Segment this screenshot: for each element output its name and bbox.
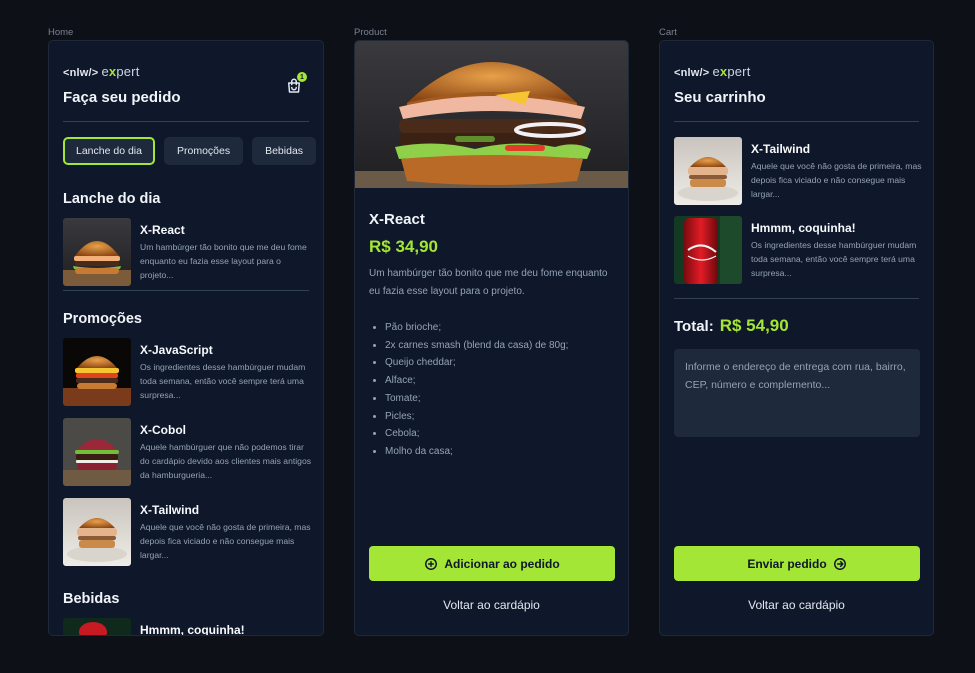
- item-description: Os ingredientes desse hambúrguer mudam t…: [140, 362, 306, 400]
- item-description: Aquele que você não gosta de primeira, m…: [751, 161, 922, 199]
- item-description: Aquele hambúrguer que não podemos tirar …: [140, 442, 312, 480]
- product-screen: X-React R$ 34,90 Um hambúrger tão bonito…: [354, 40, 629, 636]
- menu-item-coquinha[interactable]: Hmmm, coquinha!: [63, 618, 313, 636]
- product-description: Um hambúrger tão bonito que me deu fome …: [369, 268, 608, 297]
- tab-bebidas[interactable]: Bebidas: [252, 137, 317, 165]
- menu-item-x-tailwind[interactable]: X-Tailwind Aquele que você não gosta de …: [63, 498, 313, 566]
- header-divider: [674, 121, 919, 122]
- item-name: X-Tailwind: [751, 142, 811, 156]
- product-hero-image: [355, 41, 628, 188]
- logo: <nlw/> expert: [63, 64, 140, 79]
- item-name: Hmmm, coquinha!: [751, 221, 856, 235]
- product-name: X-React: [369, 211, 425, 228]
- cart-button[interactable]: 1: [285, 72, 307, 95]
- ingredient-item: Cebola;: [385, 425, 568, 443]
- send-order-label: Enviar pedido: [747, 556, 827, 571]
- home-screen: <nlw/> expert Faça seu pedido 1 Lanche do…: [48, 40, 324, 636]
- tab-lanche-do-dia[interactable]: Lanche do dia: [63, 137, 155, 165]
- add-to-order-label: Adicionar ao pedido: [444, 556, 560, 571]
- ingredient-item: 2x carnes smash (blend da casa) de 80g;: [385, 337, 568, 355]
- item-name: X-Cobol: [140, 423, 186, 437]
- menu-item-x-cobol[interactable]: X-Cobol Aquele hambúrguer que não podemo…: [63, 418, 313, 486]
- burger-image: [63, 498, 131, 566]
- address-input[interactable]: [674, 349, 920, 437]
- section-title-promos: Promoções: [63, 311, 142, 327]
- ingredient-item: Molho da casa;: [385, 443, 568, 461]
- page-title: Faça seu pedido: [63, 89, 181, 106]
- total-value: R$ 54,90: [719, 316, 789, 335]
- page-title: Seu carrinho: [674, 89, 766, 106]
- ingredient-list: Pão brioche; 2x carnes smash (blend da c…: [369, 319, 568, 461]
- section-title-daily: Lanche do dia: [63, 191, 161, 207]
- send-order-button[interactable]: Enviar pedido: [674, 546, 920, 581]
- section-title-drinks: Bebidas: [63, 591, 120, 607]
- burger-image: [63, 218, 131, 286]
- burger-image: [63, 418, 131, 486]
- product-price: R$ 34,90: [369, 237, 438, 256]
- cart-screen: <nlw/> expert Seu carrinho X-Tailwind Aqu…: [659, 40, 934, 636]
- tab-promocoes[interactable]: Promoções: [163, 137, 244, 165]
- back-to-menu-button[interactable]: Voltar ao cardápio: [355, 598, 628, 612]
- ingredient-item: Tomate;: [385, 390, 568, 408]
- arrow-right-circle-icon: [833, 557, 846, 570]
- items-divider: [674, 298, 919, 299]
- menu-item-x-javascript[interactable]: X-JavaScript Os ingredientes desse hambú…: [63, 338, 313, 406]
- item-description: Aquele que você não gosta de primeira, m…: [140, 522, 311, 560]
- burger-image: [63, 338, 131, 406]
- order-total: Total: R$ 54,90: [674, 316, 789, 336]
- section-divider: [63, 290, 309, 291]
- ingredient-item: Pão brioche;: [385, 319, 568, 337]
- logo: <nlw/> expert: [674, 64, 751, 79]
- ingredient-item: Picles;: [385, 408, 568, 426]
- menu-item-x-react[interactable]: X-React Um hambúrger tão bonito que me d…: [63, 218, 313, 286]
- plus-circle-icon: [425, 557, 438, 570]
- cart-item-coquinha[interactable]: Hmmm, coquinha! Os ingredientes desse ha…: [674, 216, 924, 284]
- back-to-menu-button[interactable]: Voltar ao cardápio: [660, 598, 933, 612]
- item-name: X-JavaScript: [140, 343, 213, 357]
- item-name: X-Tailwind: [140, 503, 200, 517]
- cart-count-badge: 1: [297, 72, 307, 82]
- item-name: Hmmm, coquinha!: [140, 623, 245, 636]
- item-description: Um hambúrger tão bonito que me deu fome …: [140, 242, 307, 280]
- frame-label-home: Home: [48, 27, 74, 38]
- frame-label-product: Product: [354, 27, 387, 38]
- ingredient-item: Queijo cheddar;: [385, 354, 568, 372]
- item-description: Os ingredientes desse hambúrguer mudam t…: [751, 240, 917, 278]
- burger-image: [674, 137, 742, 205]
- category-tabs: Lanche do dia Promoções Bebidas: [63, 137, 317, 165]
- soda-can-image: [63, 618, 131, 635]
- soda-can-image: [674, 216, 742, 284]
- add-to-order-button[interactable]: Adicionar ao pedido: [369, 546, 615, 581]
- total-label: Total:: [674, 318, 714, 335]
- item-name: X-React: [140, 223, 185, 237]
- ingredient-item: Alface;: [385, 372, 568, 390]
- header-divider: [63, 121, 309, 122]
- cart-item-x-tailwind[interactable]: X-Tailwind Aquele que você não gosta de …: [674, 137, 924, 205]
- frame-label-cart: Cart: [659, 27, 677, 38]
